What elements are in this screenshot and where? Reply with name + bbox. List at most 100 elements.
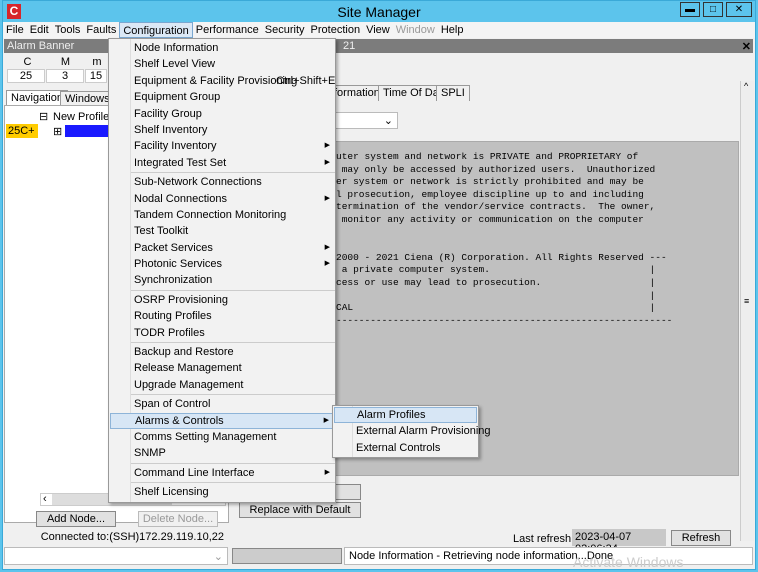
menu-item-alarms-controls[interactable]: Alarms & Controls ▶ <box>110 412 334 429</box>
tree-expand-icon[interactable]: ⊞ <box>53 125 62 138</box>
menu-item-label: External Controls <box>356 441 441 454</box>
menu-item-external-controls[interactable]: External Controls <box>334 440 477 456</box>
tree-root-new-profile[interactable]: New Profile <box>53 111 109 123</box>
banner-line <box>336 239 738 252</box>
menu-item-alarm-profiles[interactable]: Alarm Profiles <box>334 407 477 424</box>
menu-item-release-management[interactable]: Release Management <box>110 360 334 376</box>
menu-edit[interactable]: Edit <box>27 22 52 38</box>
menu-item-label: Packet Services <box>134 241 213 254</box>
shortcut-label: Ctrl+Shift+E <box>276 74 336 87</box>
add-node-button[interactable]: Add Node... <box>36 511 116 527</box>
menu-item-facility-group[interactable]: Facility Group <box>110 106 334 122</box>
vertical-scrollbar[interactable]: ^ ≡ <box>740 81 754 541</box>
menu-item-facility-inventory[interactable]: Facility Inventory ▶ <box>110 138 334 154</box>
title-bar: C Site Manager ▬ □ ✕ <box>3 1 755 22</box>
menu-configuration[interactable]: Configuration <box>119 22 193 38</box>
menu-item-label: Test Toolkit <box>134 225 189 238</box>
menu-protection[interactable]: Protection <box>308 22 364 38</box>
alarm-count-minor[interactable]: 15 <box>85 69 107 83</box>
menu-item-comms-setting-management[interactable]: Comms Setting Management <box>110 429 334 445</box>
menu-performance[interactable]: Performance <box>193 22 262 38</box>
submenu-arrow-icon: ▶ <box>324 243 330 251</box>
tab-node-information[interactable]: formation <box>329 85 385 101</box>
menu-file[interactable]: File <box>3 22 27 38</box>
banner-line: er system or network is strictly prohibi… <box>336 176 644 188</box>
replace-with-default-button[interactable]: Replace with Default <box>239 502 361 518</box>
menu-item-label: Tandem Connection Monitoring <box>134 208 287 221</box>
menu-item-label: Synchronization <box>134 274 213 287</box>
menu-separator <box>131 289 335 291</box>
menu-item-routing-profiles[interactable]: Routing Profiles <box>110 308 334 324</box>
menu-item-label: Integrated Test Set <box>134 156 227 169</box>
menu-item-test-toolkit[interactable]: Test Toolkit <box>110 223 334 239</box>
menu-item-command-line-interface[interactable]: Command Line Interface ▶ <box>110 465 334 481</box>
menu-item-label: Release Management <box>134 362 242 375</box>
menu-item-node-information[interactable]: Node Information <box>110 40 334 56</box>
delete-node-button: Delete Node... <box>138 511 218 527</box>
node-window-close-icon[interactable]: ✕ <box>742 40 751 53</box>
menu-security[interactable]: Security <box>262 22 308 38</box>
tree-collapse-icon[interactable]: ⊟ <box>39 110 48 123</box>
banner-line: monitor any activity or communication on… <box>336 213 644 225</box>
menu-item-label: Backup and Restore <box>134 346 234 359</box>
refresh-button[interactable]: Refresh <box>671 530 731 546</box>
menu-item-label: Nodal Connections <box>134 192 227 205</box>
window-title: Site Manager <box>337 4 421 20</box>
menu-bar: File Edit Tools Faults Configuration Performa… <box>3 22 755 38</box>
banner-line: may only be accessed by authorized users… <box>336 163 656 175</box>
tab-navigation[interactable]: Navigation <box>6 90 68 106</box>
menu-item-osrp-provisioning[interactable]: OSRP Provisioning <box>110 292 334 308</box>
menu-item-snmp[interactable]: SNMP <box>110 445 334 461</box>
menu-item-shelf-inventory[interactable]: Shelf Inventory <box>110 122 334 138</box>
menu-item-sub-network-connections[interactable]: Sub-Network Connections <box>110 174 334 190</box>
banner-line: cess or use may lead to prosecution. | <box>336 276 656 288</box>
banner-line: ----------------------------------------… <box>336 314 673 326</box>
scroll-left-icon[interactable]: ‹ <box>43 493 47 505</box>
menu-tools[interactable]: Tools <box>52 22 84 38</box>
alarm-col-critical: C <box>23 56 32 68</box>
menu-item-tandem-connection-monitoring[interactable]: Tandem Connection Monitoring <box>110 207 334 223</box>
menu-item-equipment-group[interactable]: Equipment Group <box>110 89 334 105</box>
close-button[interactable]: ✕ <box>726 2 752 17</box>
last-refresh-value: 2023-04-07 02:06:34 <box>572 529 666 555</box>
left-status-dropdown[interactable]: ⌄ <box>4 547 228 565</box>
menu-item-external-alarm-provisioning[interactable]: External Alarm Provisioning <box>334 423 491 439</box>
alarm-col-major: M <box>60 56 71 68</box>
menu-item-todr-profiles[interactable]: TODR Profiles <box>110 325 334 341</box>
maximize-button[interactable]: □ <box>703 2 723 17</box>
menu-item-label: Alarms & Controls <box>135 414 224 427</box>
menu-help[interactable]: Help <box>438 22 467 38</box>
minimize-button[interactable]: ▬ <box>680 2 700 17</box>
alarm-col-minor: m <box>92 56 102 68</box>
menu-item-packet-services[interactable]: Packet Services ▶ <box>110 240 334 256</box>
connection-status: Connected to:(SSH)172.29.119.10,22 <box>40 531 224 543</box>
tab-spli[interactable]: SPLI <box>436 85 470 101</box>
banner-line: l prosecution, employee discipline up to… <box>336 188 644 200</box>
menu-item-integrated-test-set[interactable]: Integrated Test Set ▶ <box>110 155 334 171</box>
banner-line: a private computer system. | <box>336 264 656 276</box>
menu-item-label: Shelf Licensing <box>134 486 209 499</box>
submenu-arrow-icon: ▶ <box>324 260 330 268</box>
banner-line: 2000 - 2021 Ciena (R) Corporation. All R… <box>336 251 667 263</box>
submenu-arrow-icon: ▶ <box>324 194 330 202</box>
progress-bar <box>232 548 342 564</box>
menu-item-nodal-connections[interactable]: Nodal Connections ▶ <box>110 191 334 207</box>
menu-window: Window <box>395 24 435 36</box>
menu-item-backup-and-restore[interactable]: Backup and Restore <box>110 344 334 360</box>
menu-item-label: Span of Control <box>134 398 211 411</box>
menu-item-label: Equipment & Facility Provisioning <box>134 74 298 87</box>
menu-item-shelf-licensing[interactable]: Shelf Licensing <box>110 484 334 500</box>
menu-item-span-of-control[interactable]: Span of Control <box>110 396 334 412</box>
menu-item-upgrade-management[interactable]: Upgrade Management <box>110 377 334 393</box>
menu-view[interactable]: View <box>363 22 393 38</box>
alarm-count-major[interactable]: 3 <box>46 69 84 83</box>
menu-faults[interactable]: Faults <box>83 22 119 38</box>
menu-item-synchronization[interactable]: Synchronization <box>110 272 334 288</box>
banner-line: | <box>336 289 656 301</box>
menu-item-equipment-facility-provisioning[interactable]: Equipment & Facility Provisioning Ctrl+Sh… <box>110 73 336 89</box>
banner-line: termination of the vendor/service contra… <box>336 201 656 213</box>
menu-item-shelf-level-view[interactable]: Shelf Level View <box>110 56 334 72</box>
menu-item-photonic-services[interactable]: Photonic Services ▶ <box>110 256 334 272</box>
alarm-count-critical[interactable]: 25 <box>7 69 45 83</box>
submenu-arrow-icon: ▶ <box>324 158 330 166</box>
